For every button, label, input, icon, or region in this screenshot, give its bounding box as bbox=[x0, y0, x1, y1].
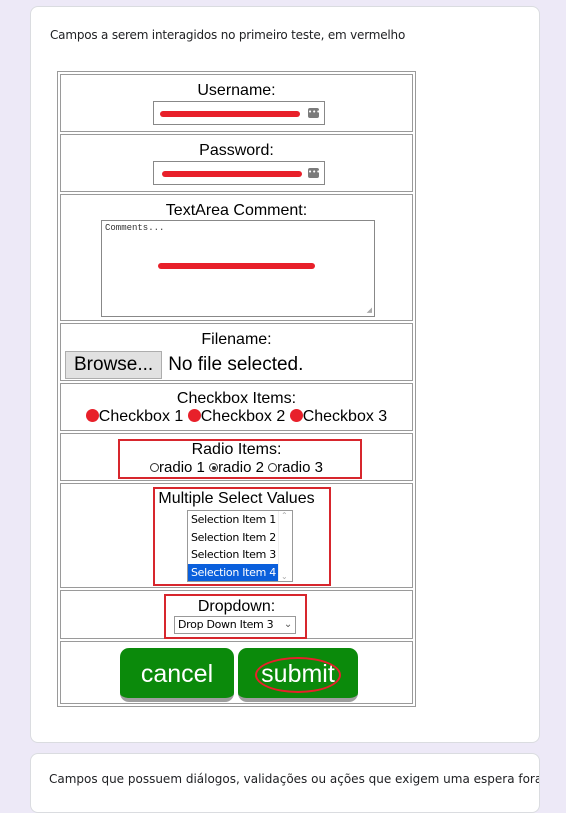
username-label: Username: bbox=[197, 82, 276, 99]
card-caption: Campos a serem interagidos no primeiro t… bbox=[50, 28, 406, 42]
multiselect-listbox[interactable]: Selection Item 1 Selection Item 2 Select… bbox=[187, 510, 293, 582]
list-item[interactable]: Selection Item 1 bbox=[188, 511, 292, 529]
buttons-cell: cancel submit bbox=[60, 641, 413, 704]
submit-button[interactable]: submit bbox=[238, 648, 358, 702]
textarea-cell: TextArea Comment: Comments... ◢ bbox=[60, 194, 413, 321]
textarea-placeholder: Comments... bbox=[105, 223, 165, 233]
no-file-text: No file selected. bbox=[168, 354, 304, 375]
checkbox-2[interactable] bbox=[187, 409, 201, 422]
dropdown-select[interactable]: Drop Down Item 3 ⌄ bbox=[174, 616, 296, 634]
checkbox-2-label: Checkbox 2 bbox=[200, 408, 286, 425]
radio-1[interactable] bbox=[150, 463, 160, 472]
chevron-down-icon[interactable]: ⌄ bbox=[281, 572, 288, 581]
radio-cell: Radio Items: radio 1 radio 2 radio 3 bbox=[60, 433, 413, 481]
dropdown-value: Drop Down Item 3 bbox=[178, 618, 274, 631]
checkbox-cell: Checkbox Items: Checkbox 1 Checkbox 2 Ch… bbox=[60, 383, 413, 431]
comments-textarea[interactable]: Comments... ◢ bbox=[101, 220, 375, 317]
list-item[interactable]: Selection Item 2 bbox=[188, 529, 292, 547]
key-icon[interactable]: ••• bbox=[308, 168, 320, 178]
highlight-mark bbox=[162, 171, 302, 177]
key-icon[interactable]: ••• bbox=[308, 108, 320, 118]
chevron-down-icon: ⌄ bbox=[283, 619, 292, 630]
highlight-mark bbox=[158, 263, 315, 269]
username-cell: Username: ••• bbox=[60, 74, 413, 132]
highlight-oval bbox=[255, 657, 341, 693]
checkbox-3-label: Checkbox 3 bbox=[302, 408, 388, 425]
cancel-button[interactable]: cancel bbox=[120, 648, 234, 702]
listbox-scrollbar[interactable]: ⌃ ⌄ bbox=[278, 511, 292, 581]
textarea-label: TextArea Comment: bbox=[165, 202, 308, 219]
next-card: Campos que possuem diálogos, validações … bbox=[30, 753, 540, 813]
dropdown-cell: Dropdown: Drop Down Item 3 ⌄ bbox=[60, 590, 413, 639]
checkbox-1-label: Checkbox 1 bbox=[98, 408, 184, 425]
filename-cell: Filename: Browse... No file selected. bbox=[60, 323, 413, 381]
checkbox-1[interactable] bbox=[85, 409, 99, 422]
username-input[interactable]: ••• bbox=[153, 101, 325, 125]
resize-grip-icon[interactable]: ◢ bbox=[367, 306, 372, 315]
highlight-mark bbox=[160, 111, 300, 117]
radio-2[interactable] bbox=[209, 463, 219, 472]
browse-button[interactable]: Browse... bbox=[65, 351, 163, 379]
password-label: Password: bbox=[199, 142, 274, 159]
password-cell: Password: ••• bbox=[60, 134, 413, 192]
checkbox-3[interactable] bbox=[289, 409, 303, 422]
next-card-caption: Campos que possuem diálogos, validações … bbox=[49, 772, 539, 786]
highlight-box bbox=[118, 439, 362, 479]
chevron-up-icon[interactable]: ⌃ bbox=[281, 511, 288, 520]
cancel-label: cancel bbox=[140, 660, 214, 688]
filename-label: Filename: bbox=[201, 331, 272, 348]
password-input[interactable]: ••• bbox=[153, 161, 325, 185]
test-form: Username: ••• Password: ••• TextArea Com… bbox=[57, 71, 416, 707]
list-item-selected[interactable]: Selection Item 4 bbox=[188, 563, 278, 581]
checkbox-label: Checkbox Items: bbox=[176, 390, 297, 407]
multiselect-cell: Multiple Select Values Selection Item 1 … bbox=[60, 483, 413, 588]
list-item[interactable]: Selection Item 3 bbox=[188, 546, 292, 564]
